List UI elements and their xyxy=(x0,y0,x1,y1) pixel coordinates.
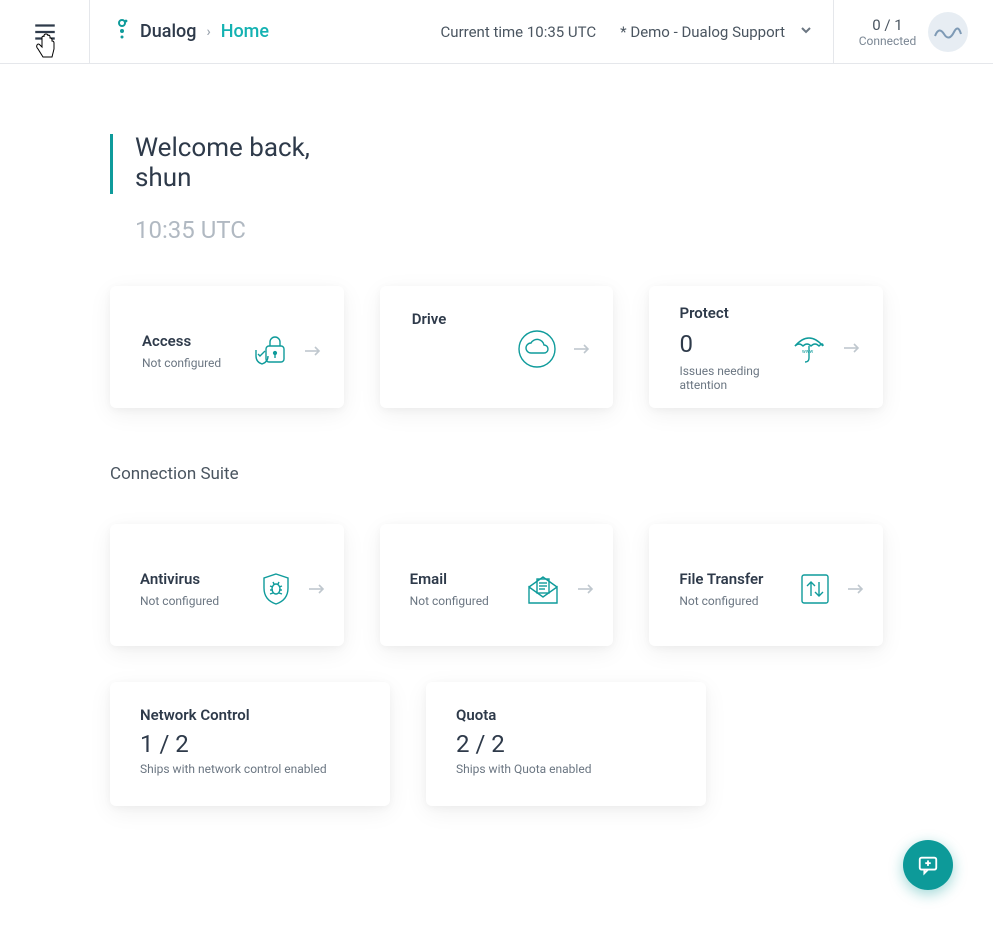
breadcrumb-home[interactable]: Home xyxy=(221,21,269,42)
welcome-line2: shun xyxy=(135,164,310,194)
card-file-transfer[interactable]: File Transfer Not configured xyxy=(649,524,883,646)
umbrella-icon: www xyxy=(791,332,827,364)
main-content: Welcome back, shun 10:35 UTC Access Not … xyxy=(0,64,993,806)
arrow-right-icon xyxy=(308,583,326,595)
avatar[interactable] xyxy=(928,12,968,52)
app-header: Dualog › Home Current time 10:35 UTC * D… xyxy=(0,0,993,64)
card-file-transfer-title: File Transfer xyxy=(679,570,763,588)
arrow-right-icon xyxy=(573,343,591,355)
header-center: Current time 10:35 UTC * Demo - Dualog S… xyxy=(269,23,833,41)
up-down-transfer-icon xyxy=(799,572,831,606)
help-chat-fab[interactable] xyxy=(903,840,953,890)
current-time-label: Current time 10:35 UTC xyxy=(441,23,597,41)
brand-name[interactable]: Dualog xyxy=(140,21,196,42)
arrow-right-icon xyxy=(577,583,595,595)
envelope-letter-icon xyxy=(525,573,561,605)
arrow-right-icon xyxy=(847,583,865,595)
card-access-title: Access xyxy=(142,332,221,350)
welcome-text: Welcome back, shun xyxy=(135,134,310,194)
connection-status[interactable]: 0 / 1 Connected xyxy=(859,16,917,48)
card-email[interactable]: Email Not configured xyxy=(380,524,614,646)
card-network-control-title: Network Control xyxy=(140,706,370,724)
card-access[interactable]: Access Not configured xyxy=(110,286,344,408)
welcome-block: Welcome back, shun xyxy=(110,134,883,194)
shield-bug-icon xyxy=(260,572,292,606)
utc-time: 10:35 UTC xyxy=(135,216,883,244)
card-quota-value: 2 / 2 xyxy=(456,730,686,758)
welcome-accent-bar xyxy=(110,134,113,194)
welcome-line1: Welcome back, xyxy=(135,134,310,164)
suite-cards-row: Antivirus Not configured xyxy=(110,524,883,646)
card-email-title: Email xyxy=(410,570,489,588)
card-quota[interactable]: Quota 2 / 2 Ships with Quota enabled xyxy=(426,682,706,806)
stats-cards-row: Network Control 1 / 2 Ships with network… xyxy=(110,682,883,806)
card-file-transfer-sub: Not configured xyxy=(679,594,763,608)
lock-shield-icon xyxy=(252,334,288,368)
card-protect-value: 0 xyxy=(679,330,791,358)
card-network-control-sub: Ships with network control enabled xyxy=(140,762,370,776)
cloud-circle-icon xyxy=(517,329,557,369)
card-network-control-value: 1 / 2 xyxy=(140,730,370,758)
header-right: 0 / 1 Connected xyxy=(833,0,993,64)
context-picker[interactable]: * Demo - Dualog Support xyxy=(620,23,813,41)
card-quota-sub: Ships with Quota enabled xyxy=(456,762,686,776)
card-antivirus-title: Antivirus xyxy=(140,570,219,588)
card-access-sub: Not configured xyxy=(142,356,221,370)
card-network-control[interactable]: Network Control 1 / 2 Ships with network… xyxy=(110,682,390,806)
brand-logo-icon xyxy=(114,19,130,44)
chevron-down-icon xyxy=(799,23,813,41)
card-drive-title: Drive xyxy=(412,310,447,328)
svg-text:www: www xyxy=(802,349,814,355)
card-protect-title: Protect xyxy=(679,304,791,322)
card-email-sub: Not configured xyxy=(410,594,489,608)
card-protect-sub: Issues needing attention xyxy=(679,364,791,392)
card-quota-title: Quota xyxy=(456,706,686,724)
section-title-connection-suite: Connection Suite xyxy=(110,464,883,484)
card-drive[interactable]: Drive xyxy=(380,286,614,408)
context-label: * Demo - Dualog Support xyxy=(620,23,785,41)
card-protect[interactable]: Protect 0 Issues needing attention www xyxy=(649,286,883,408)
connection-count: 0 / 1 xyxy=(859,16,917,34)
menu-button[interactable] xyxy=(0,0,90,64)
arrow-right-icon xyxy=(304,345,322,357)
breadcrumb-separator-icon: › xyxy=(206,24,210,40)
top-cards-row: Access Not configured xyxy=(110,286,883,408)
connection-label: Connected xyxy=(859,34,917,48)
card-antivirus-sub: Not configured xyxy=(140,594,219,608)
arrow-right-icon xyxy=(843,342,861,354)
card-antivirus[interactable]: Antivirus Not configured xyxy=(110,524,344,646)
breadcrumb: Dualog › Home xyxy=(90,19,269,44)
